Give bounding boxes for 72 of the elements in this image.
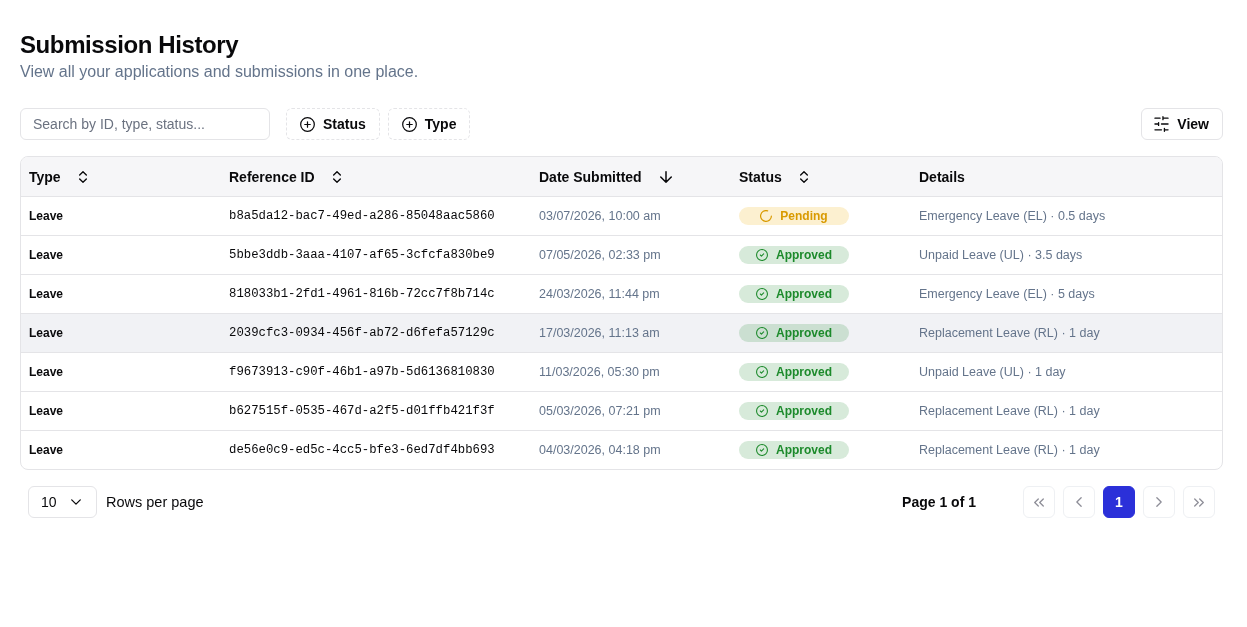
check-circle-icon <box>756 288 768 300</box>
plus-circle-icon <box>300 116 315 132</box>
check-circle-icon <box>756 366 768 378</box>
request-type: Leave <box>29 326 64 340</box>
reference-id: b8a5da12-bac7-49ed-a286-85048aac5860 <box>229 209 495 223</box>
status-text: Approved <box>776 365 832 379</box>
chevron-left-icon <box>1076 497 1082 507</box>
column-header[interactable]: Date Submitted <box>539 167 672 186</box>
double-chevron-right-icon <box>1194 497 1204 507</box>
column-header[interactable]: Reference ID <box>229 167 341 186</box>
reference-id: 818033b1-2fd1-4961-816b-72cc7f8b714c <box>229 287 495 301</box>
reference-id: 5bbe3ddb-3aaa-4107-af65-3cfcfa830be9 <box>229 248 495 262</box>
rows-per-page-select[interactable]: 10 <box>28 486 97 518</box>
status-text: Approved <box>776 326 832 340</box>
leave-details: Replacement Leave (RL) · 1 day <box>919 404 1100 418</box>
table-row[interactable]: Leave 5bbe3ddb-3aaa-4107-af65-3cfcfa830be9 07/05/2026, 02:33 pm Approved Unpaid Leave (UL) · 3.5 days <box>21 236 1222 275</box>
check-circle-icon <box>756 444 768 456</box>
status-text: Approved <box>776 443 832 457</box>
leave-details: Replacement Leave (RL) · 1 day <box>919 326 1100 340</box>
request-type: Leave <box>29 443 64 457</box>
column-header: Details <box>919 167 965 186</box>
submitted-date: 03/07/2026, 10:00 am <box>539 209 661 223</box>
sliders-icon <box>1154 116 1170 132</box>
request-type: Leave <box>29 404 64 418</box>
submitted-date: 07/05/2026, 02:33 pm <box>539 248 661 262</box>
plus-circle-icon <box>401 116 417 132</box>
page-indicator: Page 1 of 1 <box>902 494 976 510</box>
table-row[interactable]: Leave de56e0c9-ed5c-4cc5-bfe3-6ed7df4bb693 04/03/2026, 04:18 pm Approved Replacement Leave (RL) · 1 day <box>21 431 1222 469</box>
reference-id: de56e0c9-ed5c-4cc5-bfe3-6ed7df4bb693 <box>229 443 495 457</box>
search-field[interactable]: Search by ID, type, status... <box>20 108 270 140</box>
status-text: Approved <box>776 248 832 262</box>
table-row[interactable]: Leave b8a5da12-bac7-49ed-a286-85048aac5860 03/07/2026, 10:00 am Pending Emergency Leave (EL) · 0.5 days <box>21 197 1222 236</box>
column-header[interactable]: Type <box>29 167 87 186</box>
request-type: Leave <box>29 209 64 223</box>
filter-button[interactable]: Type <box>387 108 471 140</box>
submitted-date: 11/03/2026, 05:30 pm <box>539 365 660 379</box>
rows-per-page-label: Rows per page <box>106 494 204 510</box>
check-circle-icon <box>756 249 768 261</box>
spinner-icon <box>760 210 773 222</box>
reference-id: b627515f-0535-467d-a2f5-d01ffb421f3f <box>229 404 495 418</box>
leave-details: Replacement Leave (RL) · 1 day <box>919 443 1100 457</box>
leave-details: Unpaid Leave (UL) · 1 day <box>919 365 1066 379</box>
page-subtitle: View all your applications and submissions in one place. <box>20 62 419 82</box>
request-type: Leave <box>29 287 64 301</box>
page-title: Submission History <box>20 30 239 60</box>
chevron-right-icon <box>1156 497 1162 507</box>
table-row[interactable]: Leave b627515f-0535-467d-a2f5-d01ffb421f3f 05/03/2026, 07:21 pm Approved Replacement Leave (RL) · 1 day <box>21 392 1222 431</box>
status-text: Pending <box>780 209 828 223</box>
submitted-date: 17/03/2026, 11:13 am <box>539 326 660 340</box>
check-circle-icon <box>756 405 768 417</box>
table-row[interactable]: Leave f9673913-c90f-46b1-a97b-5d6136810830 11/03/2026, 05:30 pm Approved Unpaid Leave (UL) · 1 day <box>21 353 1222 392</box>
leave-details: Emergency Leave (EL) · 0.5 days <box>919 209 1106 223</box>
submitted-date: 05/03/2026, 07:21 pm <box>539 404 661 418</box>
reference-id: 2039cfc3-0934-456f-ab72-d6fefa57129c <box>229 326 495 340</box>
reference-id: f9673913-c90f-46b1-a97b-5d6136810830 <box>229 365 495 379</box>
status-text: Approved <box>776 287 832 301</box>
request-type: Leave <box>29 248 64 262</box>
status-text: Approved <box>776 404 832 418</box>
page-button[interactable]: 1 <box>1103 486 1135 518</box>
check-circle-icon <box>756 327 768 339</box>
filter-button[interactable]: Status <box>286 108 380 140</box>
view-button[interactable]: View <box>1141 108 1223 140</box>
leave-details: Emergency Leave (EL) · 5 days <box>919 287 1095 301</box>
chevron-down-icon <box>71 499 81 505</box>
rows-per-page-value: 10 <box>41 494 57 510</box>
table-row[interactable]: Leave 2039cfc3-0934-456f-ab72-d6fefa57129c 17/03/2026, 11:13 am Approved Replacement Leave (RL) · 1 day <box>21 314 1222 353</box>
double-chevron-left-icon <box>1034 497 1044 507</box>
submitted-date: 04/03/2026, 04:18 pm <box>539 443 661 457</box>
column-header[interactable]: Status <box>739 167 808 186</box>
submitted-date: 24/03/2026, 11:44 pm <box>539 287 660 301</box>
leave-details: Unpaid Leave (UL) · 3.5 days <box>919 248 1083 262</box>
request-type: Leave <box>29 365 64 379</box>
